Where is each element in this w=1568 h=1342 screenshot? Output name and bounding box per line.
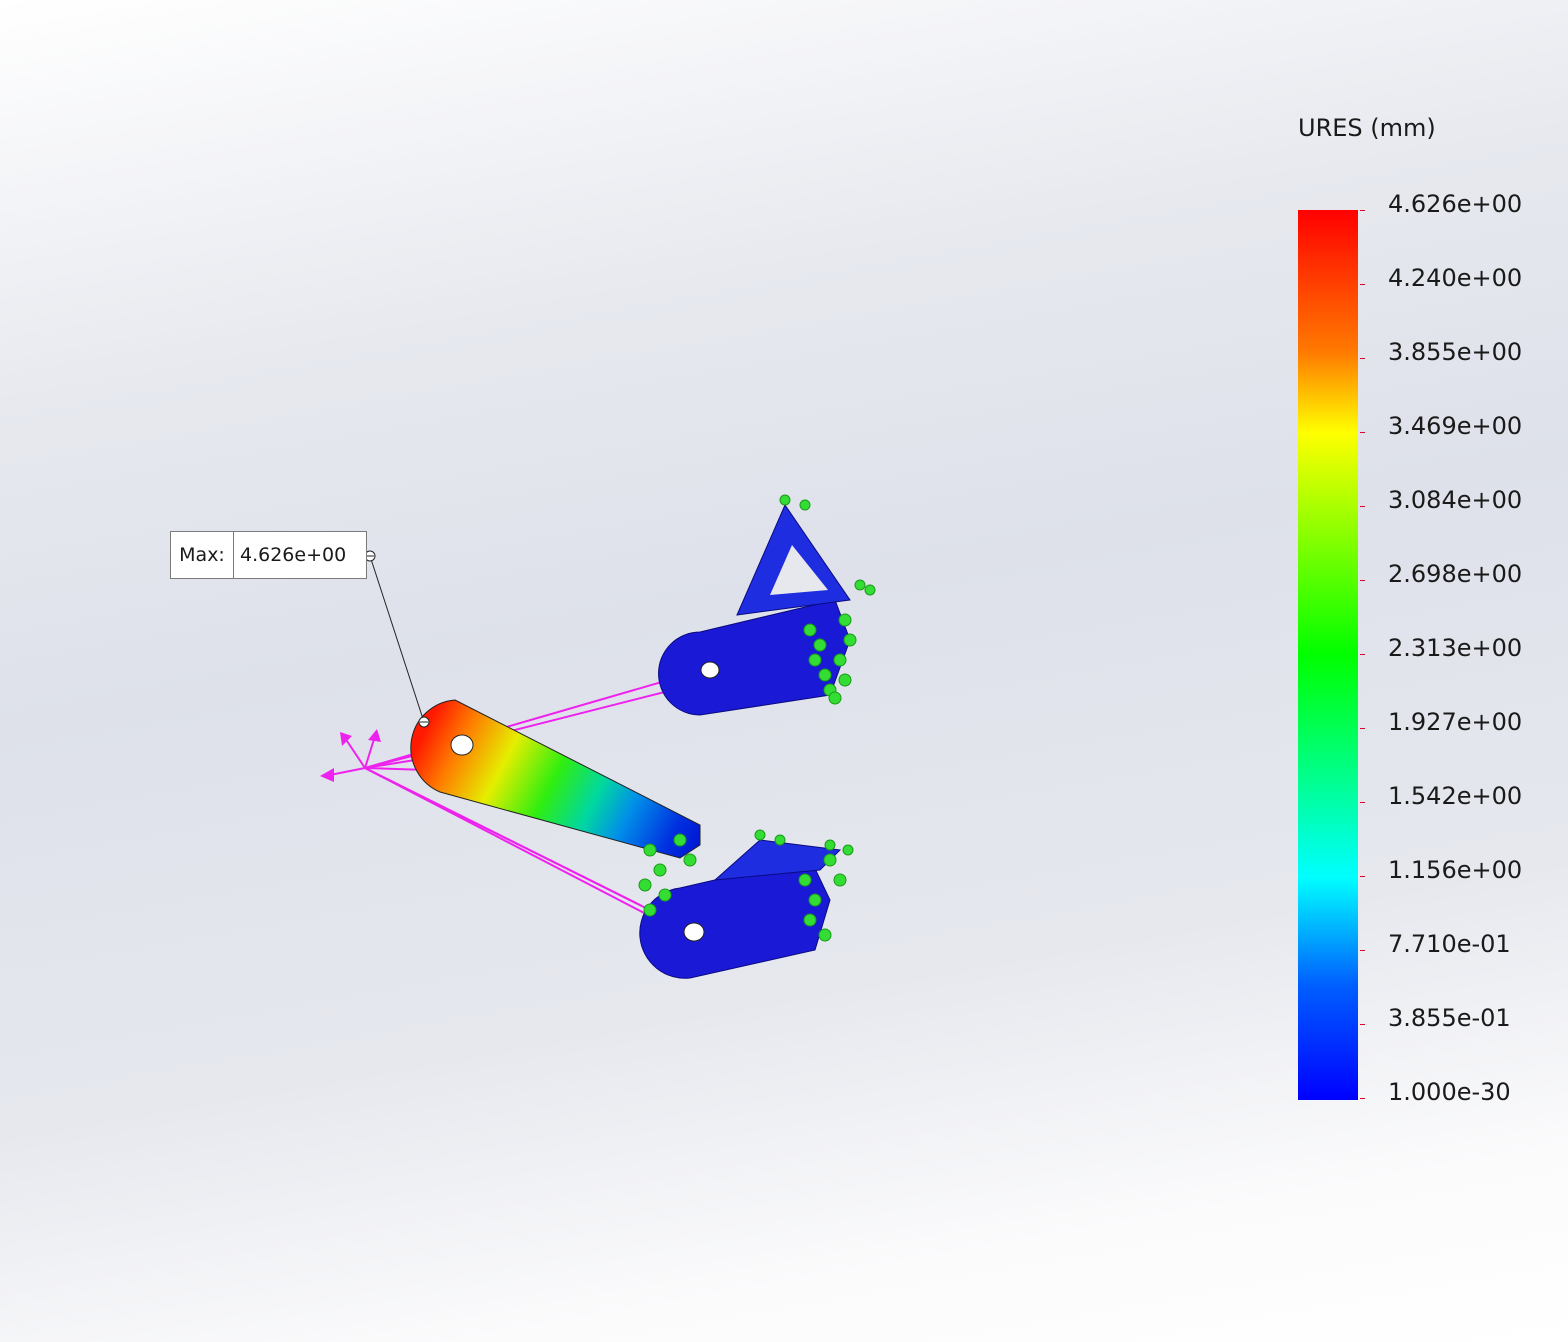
top-bracket [658,503,851,716]
legend-tick [1360,876,1365,877]
legend-tick [1360,358,1365,359]
legend-label: 1.156e+00 [1388,856,1523,884]
legend-label: 1.927e+00 [1388,708,1523,736]
legend-tick [1360,506,1365,507]
legend-tick [1360,950,1365,951]
legend-title: URES (mm) [1298,114,1436,142]
color-bar[interactable] [1298,210,1358,1100]
arm-part [410,699,701,859]
legend-tick [1360,728,1365,729]
legend-tick [1360,654,1365,655]
legend-label: 3.084e+00 [1388,486,1523,514]
max-value: 4.626e+00 [240,544,347,566]
legend-label: 1.000e-30 [1388,1078,1511,1106]
legend-label: 7.710e-01 [1388,930,1511,958]
max-label: Max: [171,532,234,578]
max-leader [364,550,430,728]
legend-tick [1360,580,1365,581]
legend-label: 2.698e+00 [1388,560,1523,588]
legend-tick [1360,802,1365,803]
legend-tick [1360,210,1365,211]
bottom-bracket [639,839,842,979]
legend-label: 1.542e+00 [1388,782,1523,810]
legend-tick [1360,1024,1365,1025]
max-value-callout[interactable]: Max: 4.626e+00 [170,531,367,579]
simulation-viewport[interactable]: Max: 4.626e+00 URES (mm) 4.626e+00 4.240… [0,0,1568,1342]
legend-label: 3.855e+00 [1388,338,1523,366]
legend-label: 4.626e+00 [1388,190,1523,218]
load-arrowheads [320,729,381,782]
legend-label: 3.855e-01 [1388,1004,1511,1032]
legend-label: 4.240e+00 [1388,264,1523,292]
legend-label: 2.313e+00 [1388,634,1523,662]
legend-tick [1360,284,1365,285]
legend-tick [1360,1098,1365,1099]
legend-tick [1360,432,1365,433]
legend-label: 3.469e+00 [1388,412,1523,440]
